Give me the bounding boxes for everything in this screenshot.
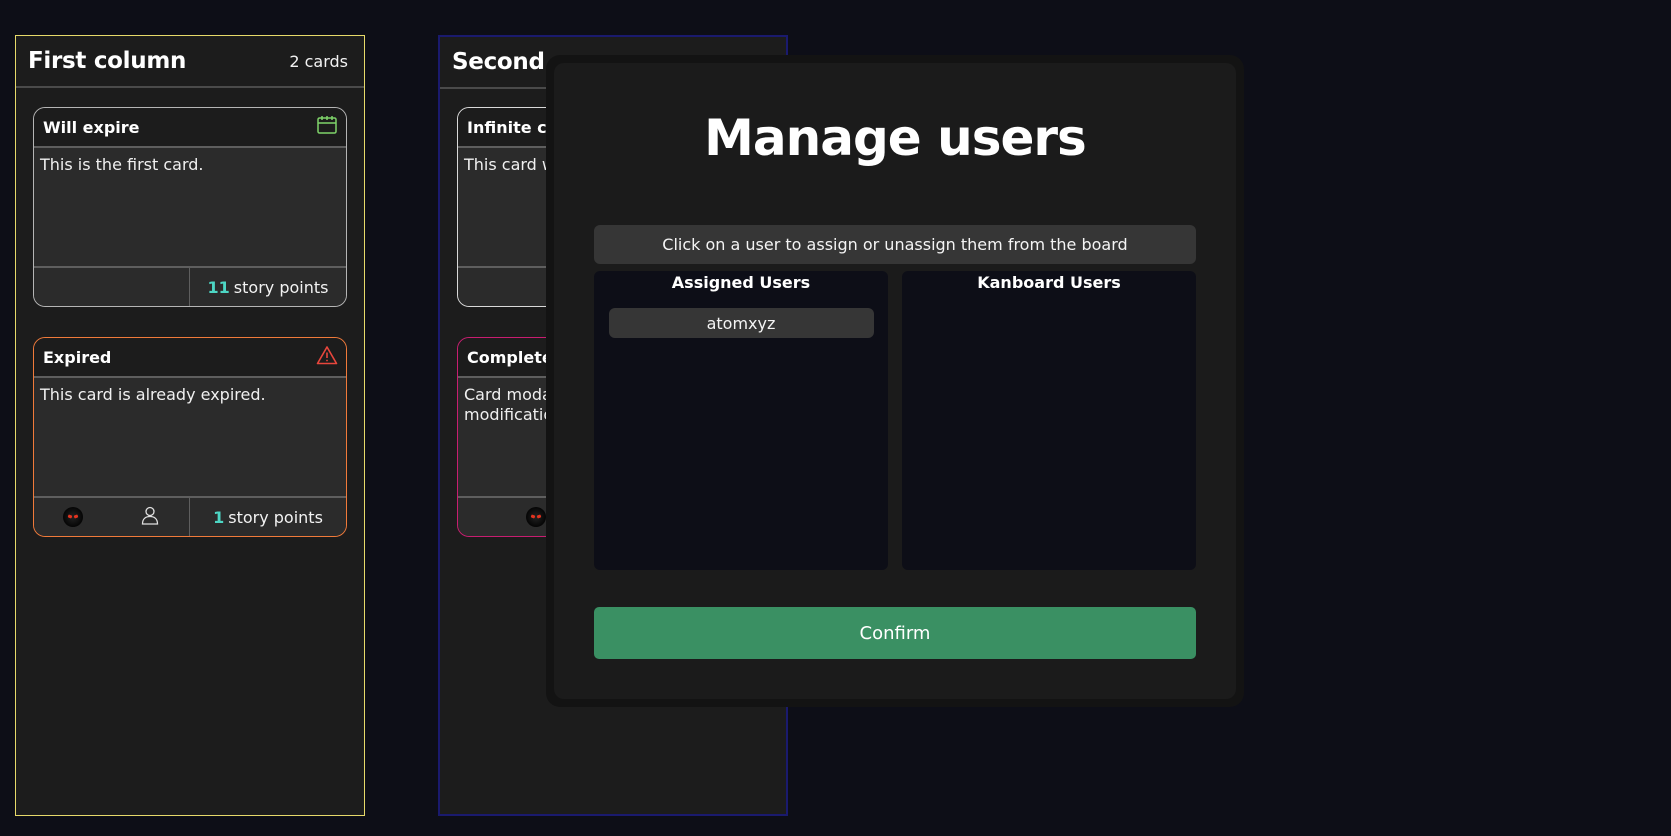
column-card-count: 2 cards — [289, 51, 348, 71]
card-title: Expired — [43, 347, 112, 367]
avatar[interactable] — [62, 507, 83, 527]
story-points-value: 11 — [207, 277, 230, 297]
column-header: First column 2 cards — [16, 36, 364, 88]
column-title: First column — [28, 48, 187, 74]
column-first: First column 2 cards Will expire This is… — [15, 35, 365, 816]
panel-title: Assigned Users — [671, 273, 811, 292]
card-header: Will expire — [34, 108, 346, 148]
card-footer: 1 story points — [34, 496, 346, 536]
confirm-button[interactable]: Confirm — [594, 607, 1196, 659]
card-story-points: 1 story points — [190, 498, 346, 536]
kanboard-users-panel: Kanboard Users — [902, 271, 1196, 570]
card-description: This is the first card. — [40, 155, 204, 174]
card-expired[interactable]: Expired This card is already expired. 1 … — [33, 337, 347, 537]
card-assignees — [34, 268, 190, 306]
dialog-title: Manage users — [704, 109, 1087, 167]
kanban-board: First column 2 cards Will expire This is… — [0, 0, 1671, 836]
avatar[interactable] — [526, 507, 546, 527]
card-will-expire[interactable]: Will expire This is the first card. 11 s… — [33, 107, 347, 307]
card-assignees — [34, 498, 190, 536]
dialog-hint: Click on a user to assign or unassign th… — [594, 225, 1196, 264]
card-story-points: 11 story points — [190, 268, 346, 306]
story-points-label: story points — [233, 277, 329, 297]
card-footer: 11 story points — [34, 266, 346, 306]
card-title: Will expire — [43, 117, 140, 137]
assigned-users-panel: Assigned Users atomxyz — [594, 271, 888, 570]
dialog-content: Manage users Click on a user to assign o… — [554, 63, 1236, 699]
user-icon[interactable] — [140, 505, 160, 529]
calendar-icon — [316, 115, 338, 139]
panel-title: Kanboard Users — [977, 273, 1121, 292]
story-points-label: story points — [228, 507, 323, 527]
manage-users-dialog: Manage users Click on a user to assign o… — [546, 55, 1244, 707]
card-header: Expired — [34, 338, 346, 378]
user-chip[interactable]: atomxyz — [608, 308, 874, 338]
warning-icon — [316, 345, 338, 369]
story-points-value: 1 — [213, 507, 225, 527]
card-description: This card is already expired. — [40, 385, 266, 404]
